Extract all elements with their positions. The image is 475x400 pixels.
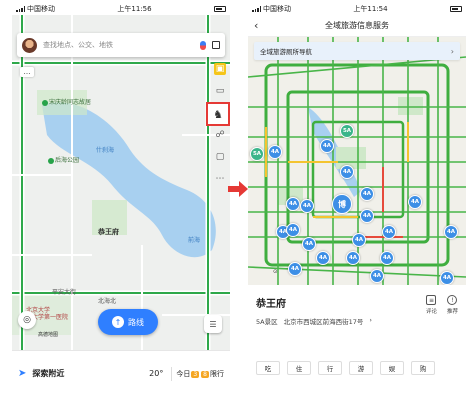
map-label-residence: 宋庆龄同志故居: [42, 97, 91, 106]
map-label-qianhai: 前海: [188, 237, 201, 244]
layers-icon[interactable]: ▣: [214, 63, 226, 75]
scenic-marker[interactable]: 4A: [288, 262, 302, 276]
scenic-marker[interactable]: 4A: [286, 223, 300, 237]
map-label-station: ⊙: [273, 269, 278, 275]
scenic-marker[interactable]: 4A: [268, 145, 282, 159]
microphone-icon[interactable]: [200, 40, 206, 50]
scenic-marker[interactable]: 4A: [346, 251, 360, 265]
recommend-icon: !: [447, 295, 458, 305]
battery-icon: [450, 5, 462, 12]
left-phone-screen: 中国移动 上午11:56 宋庆龄同志故居 后海公园 什刹海 恭王府 前海 平安大…: [12, 2, 230, 396]
carrier-label: 中国移动: [27, 4, 55, 13]
traffic-icon[interactable]: ▭: [214, 85, 226, 97]
tourism-map[interactable]: ⊙ 4A 5A 5A 4A 4A 4A 4A 4A 4A 4A 4A 4A 博 …: [248, 37, 466, 285]
locate-icon[interactable]: ◎: [18, 311, 36, 329]
page-header: ‹ 全域旅游信息服务: [248, 15, 466, 37]
scan-icon[interactable]: [212, 41, 220, 49]
toilet-guide-label: 全域旅游厕所导航: [260, 48, 312, 56]
category-chips: 吃 住 行 游 娱 购: [256, 361, 435, 375]
signal-icon: [16, 5, 25, 12]
avatar[interactable]: [22, 37, 37, 53]
scenic-marker[interactable]: 4A: [380, 251, 394, 265]
poi-level: 5A景区: [256, 318, 278, 326]
scenic-marker[interactable]: 4A: [408, 195, 422, 209]
recommend-button[interactable]: ! 推荐: [447, 295, 458, 315]
comment-button[interactable]: ≡ 评论: [426, 295, 437, 315]
traffic-map-base: [248, 37, 466, 285]
traffic-restriction[interactable]: 今日 3 8 限行: [176, 369, 224, 379]
chevron-right-icon: ›: [369, 316, 372, 324]
route-arrow-icon: ↑: [112, 316, 124, 328]
toilet-guide-bar[interactable]: 全域旅游厕所导航 ›: [254, 42, 460, 60]
scenic-marker[interactable]: 4A: [444, 225, 458, 239]
navigate-icon[interactable]: ➤: [18, 368, 26, 379]
status-bar: 中国移动 上午11:56: [12, 2, 230, 15]
clock: 上午11:54: [353, 4, 388, 13]
bottom-bar: ➤ 探索附近 20° 今日 3 8 限行: [12, 350, 230, 396]
scenic-marker[interactable]: 4A: [286, 197, 300, 211]
map-label-park: 后海公园: [48, 155, 79, 164]
message-icon[interactable]: …: [20, 67, 34, 77]
map-view[interactable]: 宋庆龄同志故居 后海公园 什刹海 恭王府 前海 平安大街 北海北 北京大学第一医…: [12, 15, 230, 350]
poi-card: 恭王府 5A景区 北京市西城区前海西街17号 › ≡ 评论 ! 推荐 吃 住 行…: [248, 285, 466, 396]
scenic-marker[interactable]: 4A: [320, 139, 334, 153]
poi-actions: ≡ 评论 ! 推荐: [426, 295, 458, 315]
back-icon[interactable]: ‹: [254, 19, 258, 32]
scenic-marker[interactable]: 4A: [382, 225, 396, 239]
page-title: 全域旅游信息服务: [325, 21, 389, 30]
comment-icon: ≡: [426, 295, 437, 305]
book-icon[interactable]: ▢: [214, 151, 226, 163]
poi-address[interactable]: 北京市西城区前海西街17号: [284, 316, 364, 326]
scenic-marker[interactable]: 4A: [360, 187, 374, 201]
right-phone-screen: 中国移动 上午11:54 ‹ 全域旅游信息服务 ⊙ 4A 5A 5A 4A 4A…: [248, 2, 466, 396]
scenic-marker[interactable]: 4A: [316, 251, 330, 265]
scenic-marker[interactable]: 4A: [360, 209, 374, 223]
category-chip-shopping[interactable]: 购: [411, 361, 435, 375]
plate-number: 8: [201, 370, 209, 378]
divider: [171, 366, 173, 381]
scenic-marker[interactable]: 4A: [440, 271, 454, 285]
explore-nearby-button[interactable]: 探索附近: [32, 368, 149, 379]
clock: 上午11:56: [117, 4, 152, 13]
search-input[interactable]: 查找地点、公交、地铁: [43, 40, 194, 50]
museum-marker[interactable]: 博: [332, 194, 352, 214]
carrier-label: 中国移动: [263, 4, 291, 13]
scenic-marker[interactable]: 4A: [340, 165, 354, 179]
map-label-gongwangfu: 恭王府: [98, 228, 119, 236]
tourism-horse-icon[interactable]: ♞: [206, 102, 230, 126]
plate-number: 3: [191, 370, 200, 378]
temperature: 20°: [149, 369, 164, 378]
map-label-street: 平安大街: [52, 289, 77, 296]
list-icon[interactable]: ☰: [204, 315, 222, 333]
status-bar: 中国移动 上午11:54: [248, 2, 466, 15]
signal-icon: [252, 5, 261, 12]
route-button[interactable]: ↑ 路线: [98, 309, 158, 335]
map-base: [12, 15, 230, 350]
scenic-marker-5a[interactable]: 5A: [250, 147, 264, 161]
category-chip-stay[interactable]: 住: [287, 361, 311, 375]
search-bar[interactable]: 查找地点、公交、地铁: [17, 33, 225, 57]
scenic-marker[interactable]: 4A: [370, 269, 384, 283]
category-chip-food[interactable]: 吃: [256, 361, 280, 375]
scenic-marker-5a[interactable]: 5A: [340, 124, 354, 138]
transition-arrow-icon: [228, 181, 248, 197]
map-label-station: 北海北: [98, 298, 117, 305]
gaode-logo: 高德地图: [38, 332, 59, 338]
category-chip-tour[interactable]: 游: [349, 361, 373, 375]
map-label-lake: 什刹海: [96, 147, 115, 154]
walk-icon[interactable]: ☍: [214, 129, 226, 141]
category-chip-entertainment[interactable]: 娱: [380, 361, 404, 375]
more-icon[interactable]: ⋯: [214, 173, 226, 185]
poi-meta: 5A景区 北京市西城区前海西街17号 ›: [256, 316, 458, 326]
category-chip-transport[interactable]: 行: [318, 361, 342, 375]
scenic-marker[interactable]: 4A: [300, 199, 314, 213]
battery-icon: [214, 5, 226, 12]
chevron-right-icon: ›: [450, 46, 454, 56]
scenic-marker[interactable]: 4A: [352, 233, 366, 247]
scenic-marker[interactable]: 4A: [302, 237, 316, 251]
route-button-label: 路线: [128, 317, 144, 327]
